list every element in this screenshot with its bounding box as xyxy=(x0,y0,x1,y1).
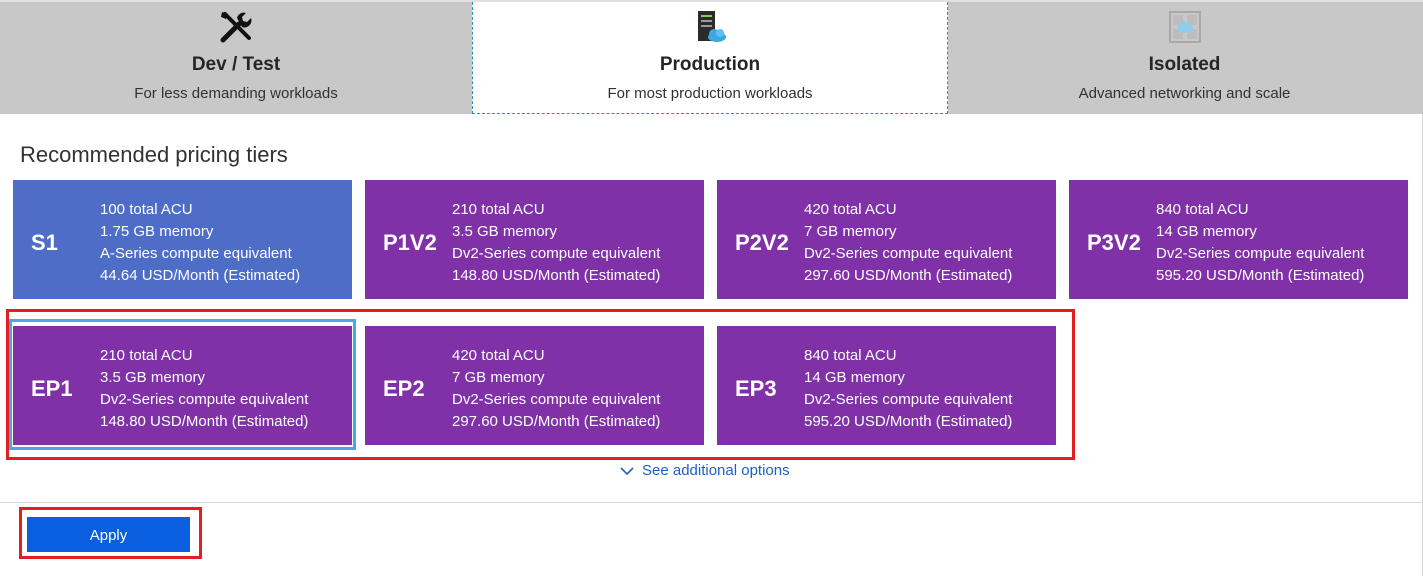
tier-code: S1 xyxy=(31,230,58,255)
elastic-premium-highlight xyxy=(6,309,1075,460)
tier-price: 148.80 USD/Month (Estimated) xyxy=(452,267,661,284)
tab-title: Dev / Test xyxy=(191,54,281,75)
tab-subtitle: For less demanding workloads xyxy=(134,85,338,102)
tier-memory: 1.75 GB memory xyxy=(100,223,214,240)
tier-price: 595.20 USD/Month (Estimated) xyxy=(1156,267,1365,284)
tab-title: Production xyxy=(659,54,761,75)
tier-code: P3V2 xyxy=(1087,230,1141,255)
tier-series: Dv2-Series compute equivalent xyxy=(804,245,1013,262)
tier-acu: 210 total ACU xyxy=(452,201,545,218)
tab-production[interactable]: Production For most production workloads xyxy=(472,2,948,114)
tier-memory: 7 GB memory xyxy=(804,223,897,240)
apply-button[interactable]: Apply xyxy=(27,517,190,552)
tab-subtitle: For most production workloads xyxy=(607,85,813,102)
footer-divider xyxy=(0,502,1423,503)
tab-isolated[interactable]: Isolated Advanced networking and scale xyxy=(948,2,1421,114)
tools-icon xyxy=(220,12,252,43)
tier-card-s1[interactable]: S1 100 total ACU 1.75 GB memory A-Series… xyxy=(13,180,352,299)
tab-dev-test[interactable]: Dev / Test For less demanding workloads xyxy=(0,2,472,114)
tier-series: A-Series compute equivalent xyxy=(100,245,292,262)
tier-acu: 100 total ACU xyxy=(100,201,193,218)
tab-subtitle: Advanced networking and scale xyxy=(1078,85,1291,102)
tier-card-p1v2[interactable]: P1V2 210 total ACU 3.5 GB memory Dv2-Ser… xyxy=(365,180,704,299)
see-additional-options-label: See additional options xyxy=(642,462,790,479)
tier-price: 44.64 USD/Month (Estimated) xyxy=(100,267,301,284)
see-additional-options-link[interactable]: See additional options xyxy=(620,462,790,479)
tier-card-p2v2[interactable]: P2V2 420 total ACU 7 GB memory Dv2-Serie… xyxy=(717,180,1056,299)
tier-code: P2V2 xyxy=(735,230,789,255)
tier-memory: 14 GB memory xyxy=(1156,223,1257,240)
isolated-network-icon xyxy=(1168,11,1201,43)
tier-price: 297.60 USD/Month (Estimated) xyxy=(804,267,1013,284)
tier-acu: 420 total ACU xyxy=(804,201,897,218)
chevron-down-icon xyxy=(620,467,634,476)
tier-code: P1V2 xyxy=(383,230,437,255)
tier-memory: 3.5 GB memory xyxy=(452,223,558,240)
tier-card-p3v2[interactable]: P3V2 840 total ACU 14 GB memory Dv2-Seri… xyxy=(1069,180,1408,299)
server-cloud-icon xyxy=(698,11,726,42)
tier-series: Dv2-Series compute equivalent xyxy=(1156,245,1365,262)
tier-series: Dv2-Series compute equivalent xyxy=(452,245,661,262)
section-heading: Recommended pricing tiers xyxy=(20,142,288,167)
tier-acu: 840 total ACU xyxy=(1156,201,1249,218)
tab-title: Isolated xyxy=(1148,54,1221,75)
